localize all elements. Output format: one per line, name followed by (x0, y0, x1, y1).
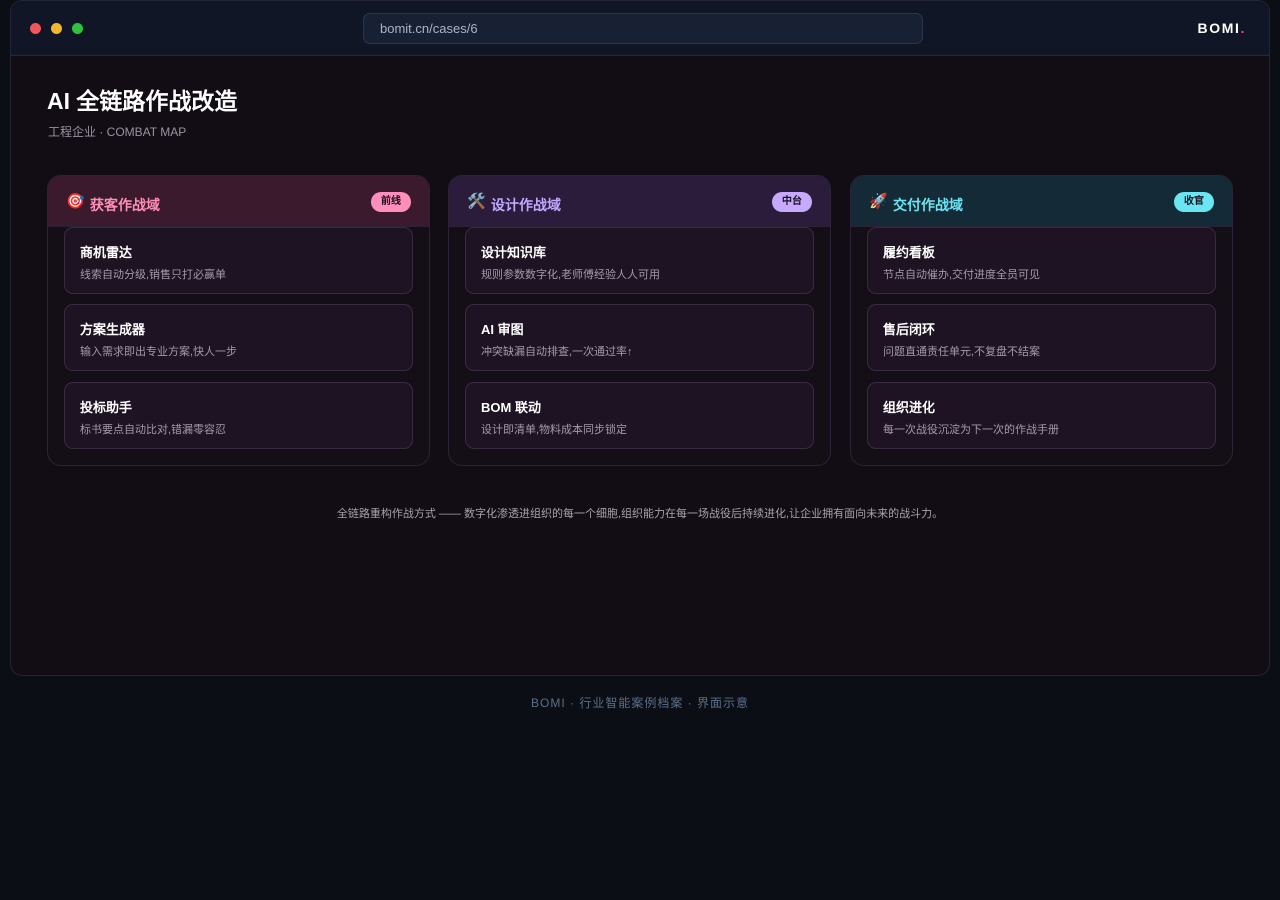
card-description: 节点自动催办,交付进度全员可见 (883, 269, 1041, 281)
tools-icon: 🛠️ (467, 193, 486, 210)
address-bar[interactable]: bomit.cn/cases/6 (363, 13, 923, 44)
card-description: 输入需求即出专业方案,快人一步 (80, 346, 238, 358)
column-title: 交付作战域 (893, 197, 963, 213)
footer: BOMI · 行业智能案例档案 · 界面示意 (531, 696, 749, 710)
card-title: 方案生成器 (80, 322, 146, 337)
brand-accent-dot: . (1240, 20, 1246, 36)
target-icon: 🎯 (66, 193, 85, 210)
card-description: 线索自动分级,销售只打必赢单 (80, 269, 227, 281)
column-title: 设计作战域 (491, 197, 561, 213)
feature-card[interactable]: 方案生成器 输入需求即出专业方案,快人一步 (64, 304, 413, 371)
feature-card[interactable]: 设计知识库 规则参数数字化,老师傅经验人人可用 (465, 227, 814, 294)
title-bar: bomit.cn/cases/6 BOMI. (11, 1, 1269, 56)
feature-card[interactable]: 售后闭环 问题直通责任单元,不复盘不结案 (867, 304, 1216, 371)
column-acquisition: 🎯 获客作战域 前线 商机雷达 线索自动分级,销售只打必赢单 方案生成器 输入需… (47, 175, 430, 466)
rocket-icon: 🚀 (869, 193, 888, 210)
column-badge: 收官 (1174, 192, 1214, 212)
column-badge: 前线 (371, 192, 411, 212)
column-header: 🚀 交付作战域 收官 (851, 176, 1232, 227)
card-description: 问题直通责任单元,不复盘不结案 (883, 346, 1041, 358)
feature-card[interactable]: AI 审图 冲突缺漏自动排查,一次通过率↑ (465, 304, 814, 371)
card-title: 商机雷达 (80, 245, 133, 260)
card-title: 投标助手 (80, 400, 133, 415)
column-header: 🛠️ 设计作战域 中台 (449, 176, 830, 227)
card-title: 设计知识库 (481, 245, 547, 260)
tagline: 全链路重构作战方式 —— 数字化渗透进组织的每一个细胞,组织能力在每一场战役后持… (336, 508, 944, 520)
card-description: 标书要点自动比对,错漏零容忍 (80, 424, 227, 436)
minimize-window-button[interactable] (51, 23, 62, 34)
card-description: 规则参数数字化,老师傅经验人人可用 (481, 269, 661, 281)
column-delivery: 🚀 交付作战域 收官 履约看板 节点自动催办,交付进度全员可见 售后闭环 问题直… (850, 175, 1233, 466)
feature-card[interactable]: 商机雷达 线索自动分级,销售只打必赢单 (64, 227, 413, 294)
feature-card[interactable]: 组织进化 每一次战役沉淀为下一次的作战手册 (867, 382, 1216, 449)
brand-logo: BOMI. (1198, 20, 1246, 36)
brand-name: BOMI (1197, 20, 1241, 36)
page-title: AI 全链路作战改造 (47, 88, 238, 114)
feature-card[interactable]: 投标助手 标书要点自动比对,错漏零容忍 (64, 382, 413, 449)
card-description: 每一次战役沉淀为下一次的作战手册 (883, 424, 1059, 436)
card-title: 履约看板 (883, 245, 936, 260)
column-design: 🛠️ 设计作战域 中台 设计知识库 规则参数数字化,老师傅经验人人可用 AI 审… (448, 175, 831, 466)
card-title: 售后闭环 (883, 322, 936, 337)
column-badge: 中台 (772, 192, 812, 212)
maximize-window-button[interactable] (72, 23, 83, 34)
card-description: 设计即清单,物料成本同步锁定 (481, 424, 628, 436)
feature-card[interactable]: BOM 联动 设计即清单,物料成本同步锁定 (465, 382, 814, 449)
close-window-button[interactable] (30, 23, 41, 34)
card-description: 冲突缺漏自动排查,一次通过率↑ (481, 346, 633, 358)
card-title: BOM 联动 (481, 400, 541, 415)
card-title: AI 审图 (481, 322, 524, 337)
feature-card[interactable]: 履约看板 节点自动催办,交付进度全员可见 (867, 227, 1216, 294)
column-header: 🎯 获客作战域 前线 (48, 176, 429, 227)
card-title: 组织进化 (883, 400, 936, 415)
column-title: 获客作战域 (90, 197, 160, 213)
page-subtitle: 工程企业 · COMBAT MAP (48, 125, 187, 139)
browser-window: bomit.cn/cases/6 BOMI. AI 全链路作战改造 工程企业 ·… (10, 0, 1270, 676)
